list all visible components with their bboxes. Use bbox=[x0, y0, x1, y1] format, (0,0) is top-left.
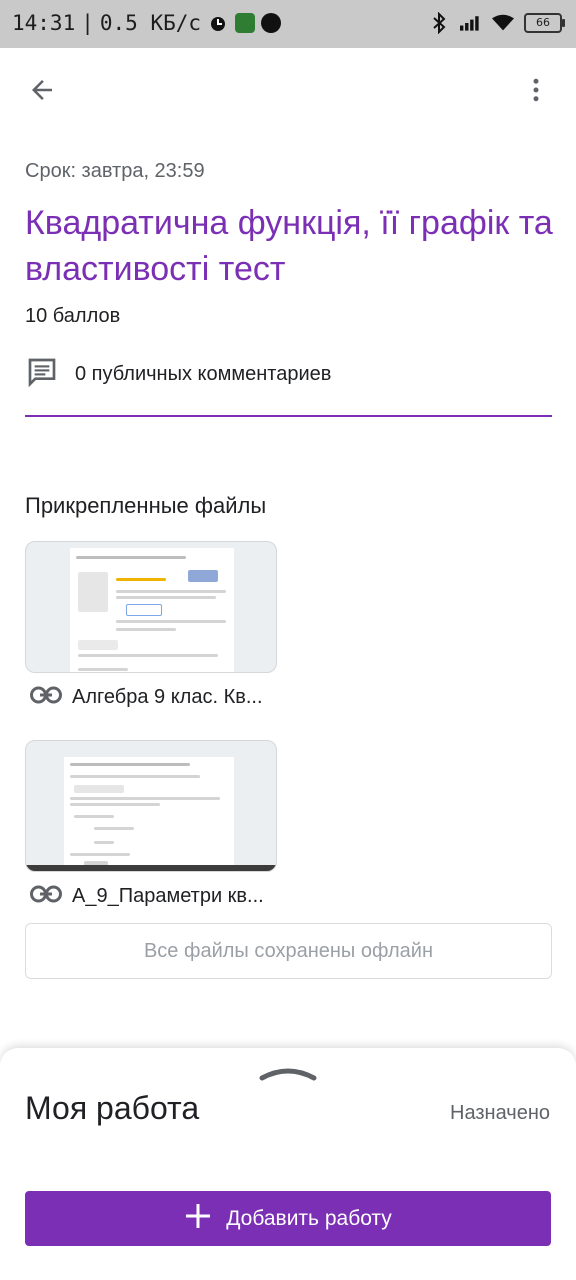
attachment-name: А_9_Параметри кв... bbox=[72, 885, 264, 907]
my-work-title: Моя работа bbox=[25, 1090, 200, 1126]
back-button[interactable] bbox=[20, 70, 64, 114]
assignment-title: Квадратична функція, її графік та власти… bbox=[25, 204, 553, 288]
offline-status: Все файлы сохранены офлайн bbox=[25, 923, 552, 979]
attachment-item[interactable]: А_9_Параметри кв... bbox=[25, 740, 277, 909]
add-work-label: Добавить работу bbox=[226, 1206, 392, 1230]
app-bar bbox=[0, 48, 576, 136]
offline-note: Все файлы сохранены офлайн bbox=[143, 939, 434, 962]
wifi-icon bbox=[492, 12, 514, 34]
expand-handle[interactable] bbox=[258, 1062, 318, 1082]
app-icon bbox=[235, 13, 256, 33]
attachment-thumbnail bbox=[25, 541, 277, 673]
link-icon bbox=[30, 685, 62, 710]
app-icon bbox=[261, 13, 282, 33]
assignment-points: 10 баллов bbox=[25, 305, 121, 327]
comments-label: 0 публичных комментариев bbox=[75, 363, 332, 385]
add-work-button[interactable]: Добавить работу bbox=[25, 1191, 551, 1246]
status-bar: 14:31 | 0.5 КБ/с 66 bbox=[0, 0, 576, 48]
attachment-item[interactable]: Алгебра 9 клас. Кв... bbox=[25, 541, 277, 710]
chevron-up-icon bbox=[258, 1068, 318, 1086]
comment-icon bbox=[25, 356, 59, 393]
alarm-icon bbox=[207, 12, 229, 34]
work-status: Назначено bbox=[450, 1102, 550, 1124]
status-time: 14:31 bbox=[12, 11, 76, 35]
bluetooth-icon bbox=[428, 12, 450, 34]
plus-icon bbox=[184, 1202, 212, 1236]
signal-icon bbox=[460, 12, 482, 34]
more-vert-icon bbox=[521, 75, 551, 110]
status-speed: 0.5 КБ/с bbox=[99, 11, 202, 35]
status-separator: | bbox=[81, 11, 94, 35]
divider bbox=[25, 415, 552, 417]
attachment-thumbnail bbox=[25, 740, 277, 872]
my-work-panel: Моя работа Назначено Добавить работу bbox=[0, 1048, 576, 1280]
link-icon bbox=[30, 884, 62, 909]
more-options-button[interactable] bbox=[514, 70, 558, 114]
battery-icon: 66 bbox=[524, 13, 565, 33]
attachments-heading: Прикрепленные файлы bbox=[25, 493, 267, 518]
arrow-back-icon bbox=[27, 75, 57, 110]
due-date: Срок: завтра, 23:59 bbox=[25, 160, 205, 182]
public-comments-link[interactable]: 0 публичных комментариев bbox=[25, 356, 331, 393]
attachment-name: Алгебра 9 клас. Кв... bbox=[72, 686, 263, 708]
